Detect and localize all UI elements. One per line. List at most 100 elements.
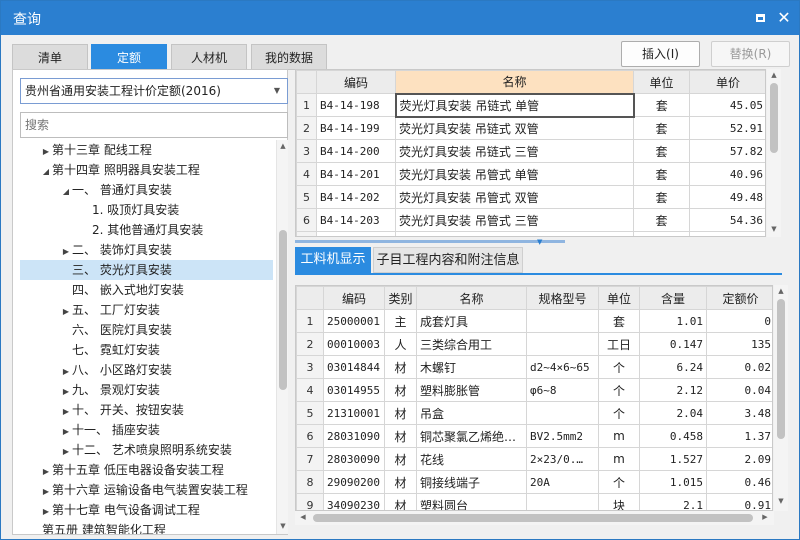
expand-arrow-icon[interactable]: ▶: [60, 422, 72, 442]
tree-scrollbar[interactable]: ▲ ▼: [276, 140, 288, 534]
table-cell[interactable]: 个: [598, 470, 640, 494]
table-cell[interactable]: 34090230: [323, 493, 385, 510]
chevron-down-icon[interactable]: ▼: [537, 238, 542, 246]
pane-splitter[interactable]: ▼: [295, 238, 782, 246]
table-cell[interactable]: 荧光灯具安装 吊管式 三管: [395, 208, 634, 232]
table-cell[interactable]: 29090200: [323, 470, 385, 494]
table-cell[interactable]: 套: [633, 93, 690, 117]
table-cell[interactable]: 0.46: [706, 470, 772, 494]
table-cell[interactable]: 材: [384, 355, 417, 379]
table-cell[interactable]: 2.1: [639, 493, 707, 510]
tree-item[interactable]: 四、 嵌入式地灯安装: [20, 280, 273, 300]
table-cell[interactable]: 25000001: [323, 309, 385, 333]
column-header[interactable]: 规格型号: [526, 286, 599, 310]
column-header[interactable]: 单位: [633, 70, 690, 94]
tab-material-display[interactable]: 工料机显示: [295, 247, 371, 273]
table-cell[interactable]: B4-14-199: [316, 116, 396, 140]
tab-labor-material-machine[interactable]: 人材机: [171, 44, 247, 70]
table-cell[interactable]: 套: [633, 231, 690, 236]
table-cell[interactable]: 0.04: [706, 378, 772, 402]
scroll-down-icon[interactable]: ▼: [768, 225, 780, 233]
table-cell[interactable]: 人: [384, 332, 417, 356]
table-cell[interactable]: 荧光灯具安装 吊链式 单管: [394, 92, 635, 118]
table-cell[interactable]: 套: [633, 116, 690, 140]
tab-my-data[interactable]: 我的数据: [251, 44, 327, 70]
tab-quota[interactable]: 定额: [91, 44, 167, 70]
tree-item[interactable]: ▶ 第十三章 配线工程: [20, 140, 273, 160]
expand-arrow-icon[interactable]: ▶: [40, 502, 52, 522]
table-cell[interactable]: 0: [706, 309, 772, 333]
table-cell[interactable]: 0.02: [706, 355, 772, 379]
table-row[interactable]: 6 B4-14-203 荧光灯具安装 吊管式 三管套 54.36: [296, 208, 765, 232]
table-cell[interactable]: 套: [598, 309, 640, 333]
table-cell[interactable]: 03014955: [323, 378, 385, 402]
table-cell[interactable]: d2~4×6~65: [526, 355, 599, 379]
scroll-right-icon[interactable]: ▶: [759, 513, 771, 521]
table-cell[interactable]: BV2.5mm2: [526, 424, 599, 448]
table-cell[interactable]: 铜接线端子: [416, 470, 527, 494]
tree-item[interactable]: ▶ 九、 景观灯安装: [20, 380, 273, 400]
column-header[interactable]: 定额价: [706, 286, 772, 310]
tree-item[interactable]: ▶ 八、 小区路灯安装: [20, 360, 273, 380]
table-cell[interactable]: 木螺钉: [416, 355, 527, 379]
table-cell[interactable]: 块: [598, 493, 640, 510]
collapse-arrow-icon[interactable]: ◢: [40, 162, 52, 182]
table-row[interactable]: 7B4-14-204荧光灯具安装 吸顶式 单管套34.49: [296, 231, 765, 236]
table-cell[interactable]: 45.05: [689, 93, 765, 117]
table-cell[interactable]: 54.36: [689, 208, 765, 232]
table-cell[interactable]: 2.09: [706, 447, 772, 471]
table-cell[interactable]: 花线: [416, 447, 527, 471]
table-row[interactable]: 1 B4-14-198 荧光灯具安装 吊链式 单管套 45.05: [296, 92, 765, 118]
table-cell[interactable]: 工日: [598, 332, 640, 356]
table-cell[interactable]: B4-14-198: [316, 93, 396, 117]
table-cell[interactable]: 塑料膨胀管: [416, 378, 527, 402]
column-header[interactable]: [296, 286, 324, 310]
table-cell[interactable]: B4-14-203: [316, 208, 396, 232]
table-cell[interactable]: 荧光灯具安装 吸顶式 单管: [395, 231, 634, 236]
table-cell[interactable]: 49.48: [689, 185, 765, 209]
tree-item[interactable]: 七、 霓虹灯安装: [20, 340, 273, 360]
table-cell[interactable]: 个: [598, 355, 640, 379]
table-cell[interactable]: m: [598, 424, 640, 448]
table-cell[interactable]: 个: [598, 378, 640, 402]
table-row[interactable]: 7 28030090 材花线 2×23/0.… m 1.527 2.09: [296, 447, 772, 471]
table-cell[interactable]: 个: [598, 401, 640, 425]
table-cell[interactable]: 材: [384, 401, 417, 425]
table-cell[interactable]: 成套灯具: [416, 309, 527, 333]
table-cell[interactable]: 2×23/0.…: [526, 447, 599, 471]
table-row[interactable]: 1 25000001 主成套灯具 套 1.01 0: [296, 309, 772, 333]
column-header[interactable]: 编码: [323, 286, 385, 310]
table-cell[interactable]: 00010003: [323, 332, 385, 356]
tab-work-content-notes[interactable]: 子目工程内容和附注信息: [373, 247, 523, 273]
expand-arrow-icon[interactable]: ▶: [40, 142, 52, 162]
tree-item[interactable]: ◢ 第十四章 照明器具安装工程: [20, 160, 273, 180]
table-cell[interactable]: 52.91: [689, 116, 765, 140]
expand-arrow-icon[interactable]: ▶: [40, 462, 52, 482]
replace-button[interactable]: 替换(R): [711, 41, 790, 67]
scroll-up-icon[interactable]: ▲: [277, 142, 289, 150]
table-cell[interactable]: 3.48: [706, 401, 772, 425]
tree-item[interactable]: ▶ 五、 工厂灯安装: [20, 300, 273, 320]
table-cell[interactable]: 03014844: [323, 355, 385, 379]
expand-arrow-icon[interactable]: ▶: [40, 482, 52, 502]
table-row[interactable]: 2 00010003 人三类综合用工 工日 0.147 135: [296, 332, 772, 356]
table-row[interactable]: 9 34090230 材塑料圆台 块 2.1 0.91: [296, 493, 772, 510]
table-row[interactable]: 5 B4-14-202 荧光灯具安装 吊管式 双管套 49.48: [296, 185, 765, 209]
column-header[interactable]: 名称: [416, 286, 527, 310]
table-cell[interactable]: 荧光灯具安装 吊管式 单管: [395, 162, 634, 186]
table-cell[interactable]: 34.49: [689, 231, 765, 236]
table-cell[interactable]: 主: [384, 309, 417, 333]
table-cell[interactable]: [526, 401, 599, 425]
table-cell[interactable]: 材: [384, 470, 417, 494]
table-cell[interactable]: 三类综合用工: [416, 332, 527, 356]
tree-item[interactable]: 三、 荧光灯具安装: [20, 260, 273, 280]
table-cell[interactable]: 0.91: [706, 493, 772, 510]
expand-arrow-icon[interactable]: ▶: [60, 442, 72, 462]
tree-scroll-thumb[interactable]: [279, 230, 287, 390]
table-cell[interactable]: 塑料圆台: [416, 493, 527, 510]
table-cell[interactable]: 吊盒: [416, 401, 527, 425]
table-cell[interactable]: 20A: [526, 470, 599, 494]
table-cell[interactable]: B4-14-201: [316, 162, 396, 186]
table-cell[interactable]: 2.12: [639, 378, 707, 402]
table-cell[interactable]: m: [598, 447, 640, 471]
